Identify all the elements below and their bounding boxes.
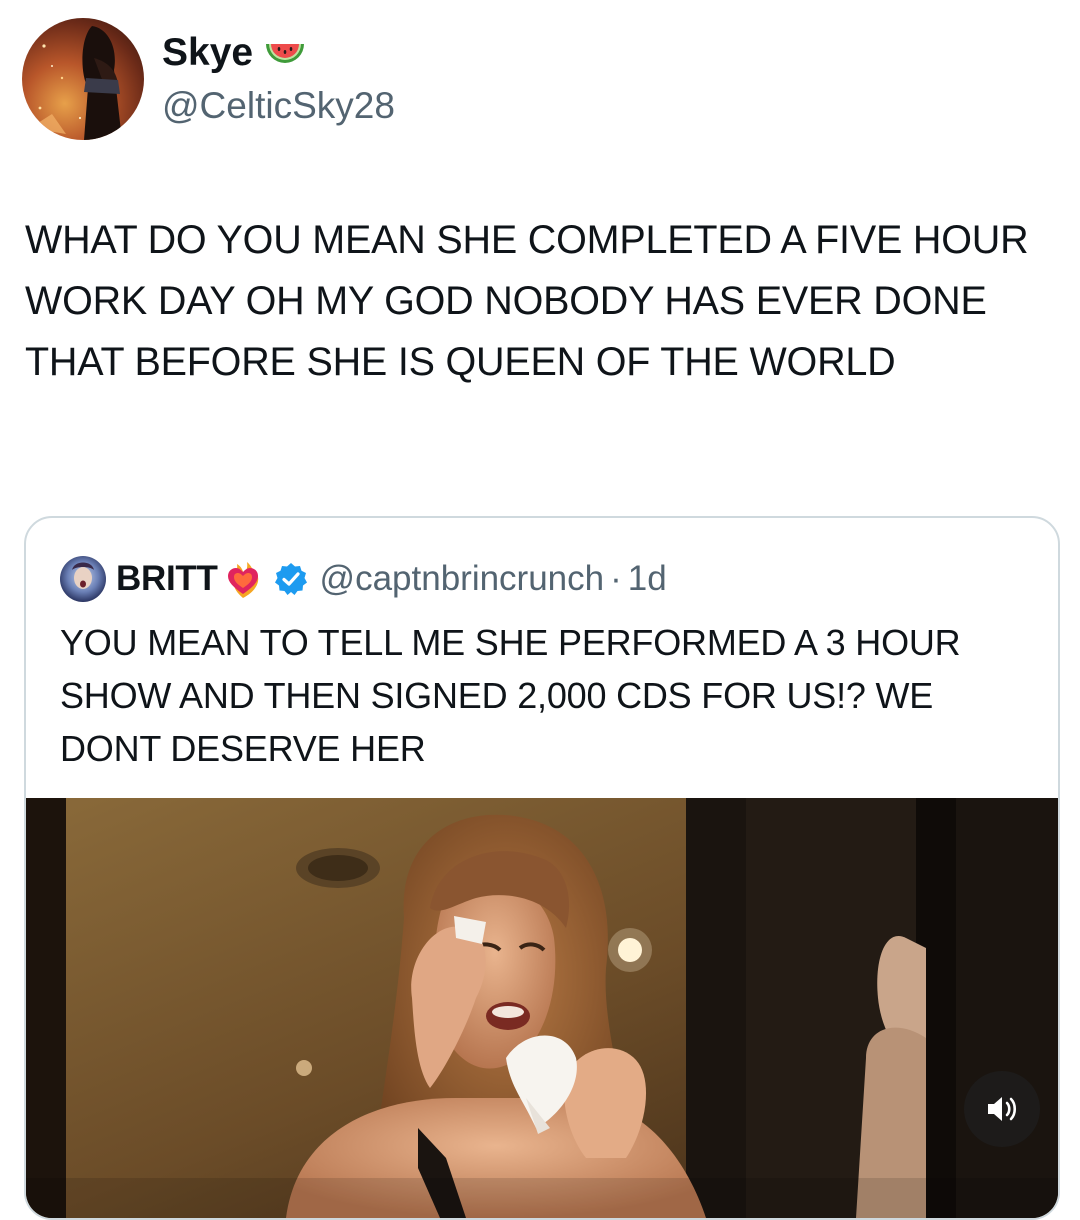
speaker-icon: [988, 1097, 1017, 1121]
mute-button[interactable]: [964, 1071, 1040, 1147]
author-handle[interactable]: @CelticSky28: [162, 83, 395, 129]
display-name[interactable]: Skye: [162, 31, 253, 75]
quoted-tweet-text: YOU MEAN TO TELL ME SHE PERFORMED A 3 HO…: [60, 622, 961, 769]
author-names: Skye @CelticSky28: [162, 31, 395, 129]
quoted-author-handle[interactable]: @captnbrincrunch: [320, 559, 605, 599]
quoted-tweet-timestamp[interactable]: 1d: [628, 559, 667, 599]
quoted-tweet-card[interactable]: BRITT @captnbrincrunch · 1d YOU MEAN TO …: [24, 516, 1060, 1220]
video-player[interactable]: [26, 798, 1058, 1218]
quoted-author-name[interactable]: BRITT: [116, 559, 218, 599]
quoted-tweet-header: BRITT @captnbrincrunch · 1d: [60, 556, 667, 602]
quoted-author-avatar[interactable]: [60, 556, 106, 602]
tweet-text: WHAT DO YOU MEAN SHE COMPLETED A FIVE HO…: [25, 218, 1029, 384]
display-name-row: Skye: [162, 31, 395, 75]
watermelon-icon: [266, 44, 305, 63]
separator-dot: ·: [610, 559, 622, 598]
tweet-header: Skye @CelticSky28: [22, 18, 395, 140]
heart-on-fire-icon: [227, 562, 258, 598]
verified-badge-icon: [274, 563, 307, 595]
avatar[interactable]: [22, 18, 144, 140]
